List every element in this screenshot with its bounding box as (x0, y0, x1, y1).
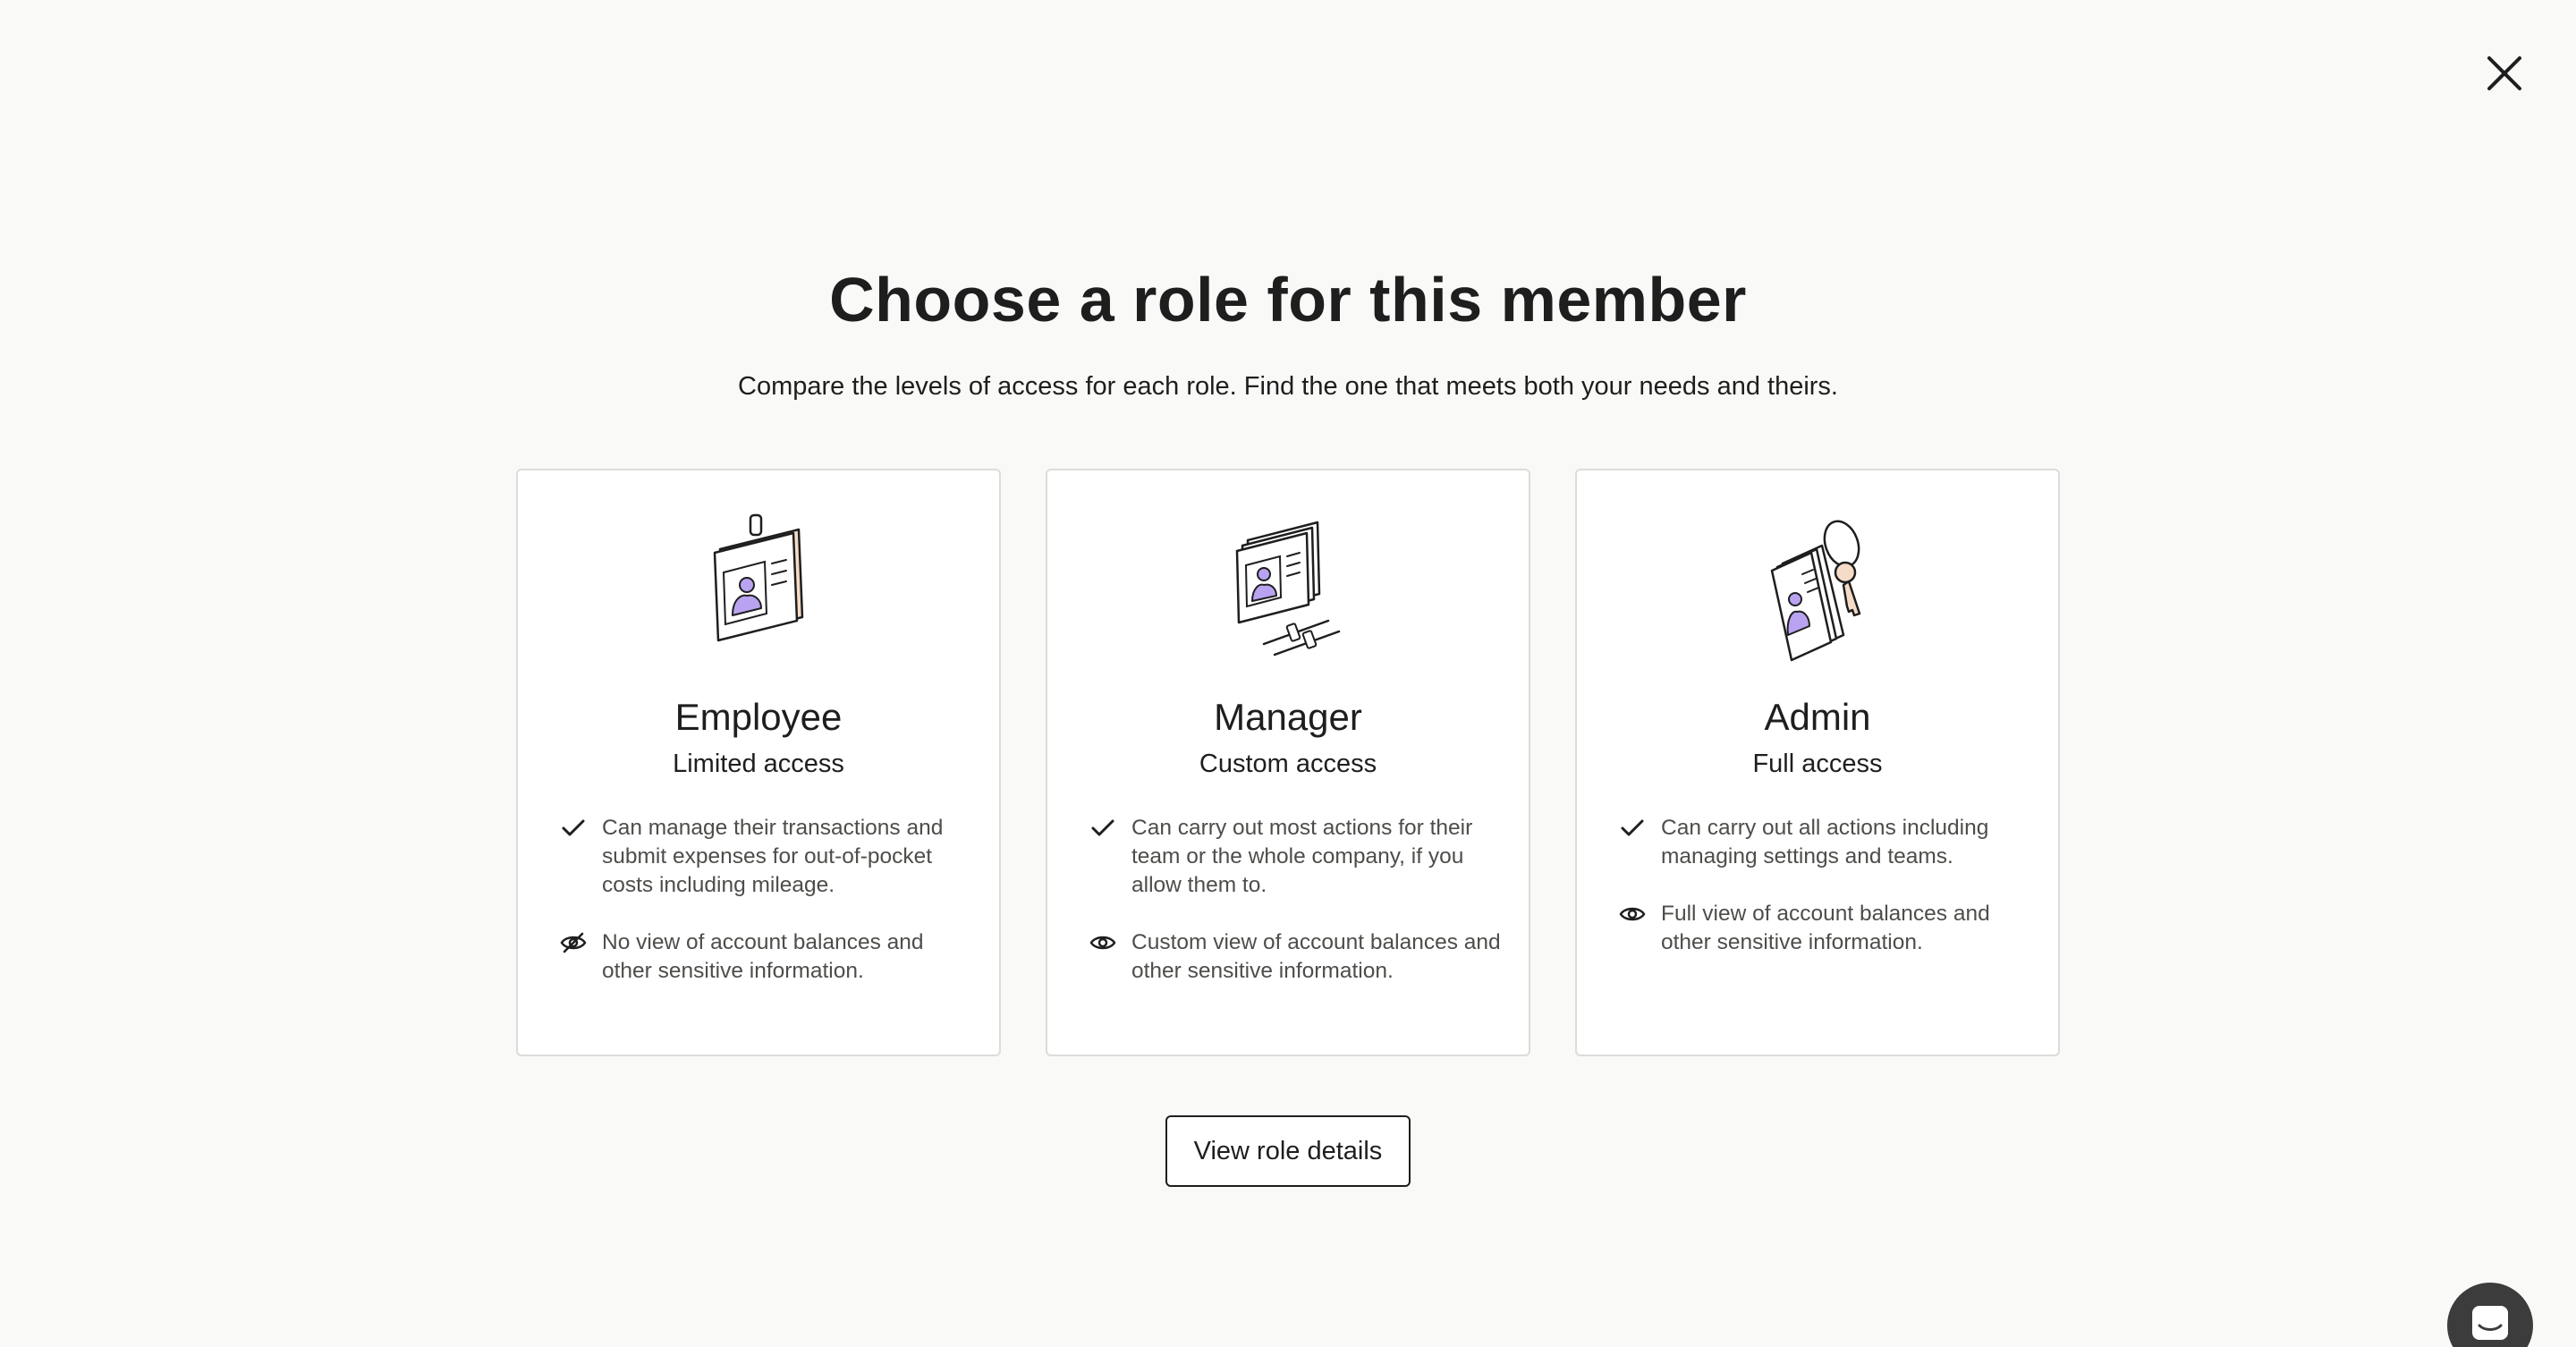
check-icon (1087, 814, 1119, 843)
chat-launcher-button[interactable] (2447, 1283, 2533, 1347)
feature-text: No view of account balances and other se… (602, 930, 924, 983)
id-badge-icon (518, 510, 999, 662)
feature-text: Can carry out most actions for their tea… (1131, 816, 1473, 897)
view-role-details-button[interactable]: View role details (1165, 1115, 1411, 1187)
role-name: Employee (674, 696, 843, 738)
feature-item: Can manage their transactions and submit… (557, 814, 978, 900)
role-name: Manager (1214, 696, 1362, 738)
page-subtitle: Compare the levels of access for each ro… (738, 372, 1838, 401)
eye-icon (1616, 900, 1648, 928)
role-name: Admin (1764, 696, 1871, 738)
feature-item: Full view of account balances and other … (1616, 900, 2037, 957)
role-card-employee[interactable]: Employee Limited access Can manage their… (516, 469, 1001, 1056)
page-title: Choose a role for this member (829, 265, 1747, 335)
feature-item: No view of account balances and other se… (557, 928, 978, 986)
close-button[interactable] (2479, 48, 2529, 98)
check-icon (557, 814, 589, 843)
feature-text: Can carry out all actions including mana… (1661, 816, 1989, 868)
eye-off-icon (557, 928, 589, 957)
feature-item: Can carry out all actions including mana… (1616, 814, 2037, 871)
role-card-admin[interactable]: Admin Full access Can carry out all acti… (1575, 469, 2060, 1056)
eye-icon (1087, 928, 1119, 957)
role-picker-page: Choose a role for this member Compare th… (0, 0, 2576, 1347)
close-icon (2487, 56, 2521, 90)
role-access-level: Full access (1752, 750, 1883, 778)
feature-item: Custom view of account balances and othe… (1087, 928, 1507, 986)
cards-with-sliders-icon (1047, 510, 1529, 662)
feature-text: Full view of account balances and other … (1661, 902, 1990, 954)
check-icon (1616, 814, 1648, 843)
cards-with-key-ring-icon (1577, 510, 2058, 662)
feature-text: Can manage their transactions and submit… (602, 816, 944, 897)
chat-icon (2472, 1306, 2508, 1340)
role-card-manager[interactable]: Manager Custom access Can carry out most… (1046, 469, 1530, 1056)
role-access-level: Custom access (1199, 750, 1377, 778)
feature-text: Custom view of account balances and othe… (1131, 930, 1501, 983)
feature-item: Can carry out most actions for their tea… (1087, 814, 1507, 900)
role-access-level: Limited access (673, 750, 844, 778)
